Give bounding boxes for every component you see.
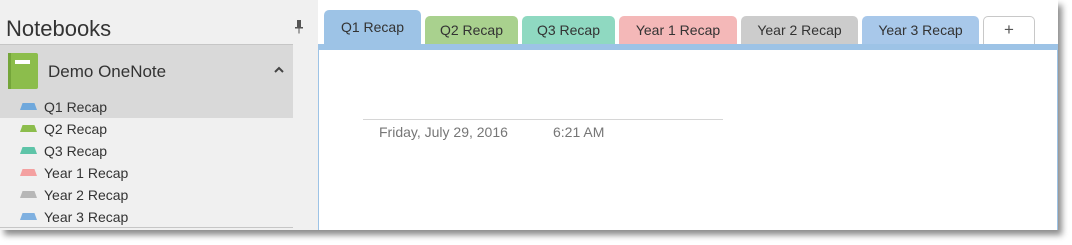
tab-year-3-recap[interactable]: Year 3 Recap xyxy=(862,16,979,44)
section-item-q2-recap[interactable]: Q2 Recap xyxy=(0,118,293,140)
section-tabs: Q1 Recap Q2 Recap Q3 Recap Year 1 Recap … xyxy=(324,10,1064,45)
page-title-underline xyxy=(363,119,723,120)
section-color-icon xyxy=(20,191,37,198)
notebooks-header: Notebooks xyxy=(6,16,112,41)
section-list: Q1 Recap Q2 Recap Q3 Recap Year 1 Recap … xyxy=(0,96,293,228)
section-color-icon xyxy=(20,147,37,154)
tab-q1-recap[interactable]: Q1 Recap xyxy=(324,10,421,45)
section-item-q1-recap[interactable]: Q1 Recap xyxy=(0,96,293,118)
tab-year-2-recap[interactable]: Year 2 Recap xyxy=(741,16,858,44)
notebook-item-demo-onenote[interactable]: Demo OneNote xyxy=(0,44,293,97)
section-label: Q2 Recap xyxy=(44,121,108,137)
page-date: Friday, July 29, 2016 xyxy=(379,124,508,140)
page-canvas[interactable] xyxy=(318,50,1058,230)
add-section-button[interactable]: + xyxy=(983,16,1035,44)
divider xyxy=(0,227,293,228)
section-item-year-1-recap[interactable]: Year 1 Recap xyxy=(0,162,293,184)
chevron-up-icon[interactable] xyxy=(273,65,285,75)
notebooks-pane: Notebooks Demo OneNote Q1 Recap Q2 Recap xyxy=(0,0,318,230)
section-item-q3-recap[interactable]: Q3 Recap xyxy=(0,140,293,162)
section-item-year-2-recap[interactable]: Year 2 Recap xyxy=(0,184,293,206)
section-label: Year 1 Recap xyxy=(44,165,129,181)
section-color-icon xyxy=(20,169,37,176)
tab-q3-recap[interactable]: Q3 Recap xyxy=(522,16,615,44)
notebook-name: Demo OneNote xyxy=(48,62,167,81)
notebook-icon xyxy=(8,53,38,89)
section-label: Q1 Recap xyxy=(44,99,108,115)
tab-year-1-recap[interactable]: Year 1 Recap xyxy=(619,16,737,44)
section-label: Q3 Recap xyxy=(44,143,108,159)
section-label: Year 3 Recap xyxy=(44,209,129,225)
pin-icon[interactable] xyxy=(294,20,304,34)
section-item-year-3-recap[interactable]: Year 3 Recap xyxy=(0,206,293,228)
section-color-icon xyxy=(20,103,37,110)
section-color-icon xyxy=(20,125,37,132)
tab-q2-recap[interactable]: Q2 Recap xyxy=(425,16,518,44)
section-color-icon xyxy=(20,213,37,220)
page-time: 6:21 AM xyxy=(553,124,605,140)
onenote-window: Notebooks Demo OneNote Q1 Recap Q2 Recap xyxy=(0,0,1058,230)
section-label: Year 2 Recap xyxy=(44,187,129,203)
